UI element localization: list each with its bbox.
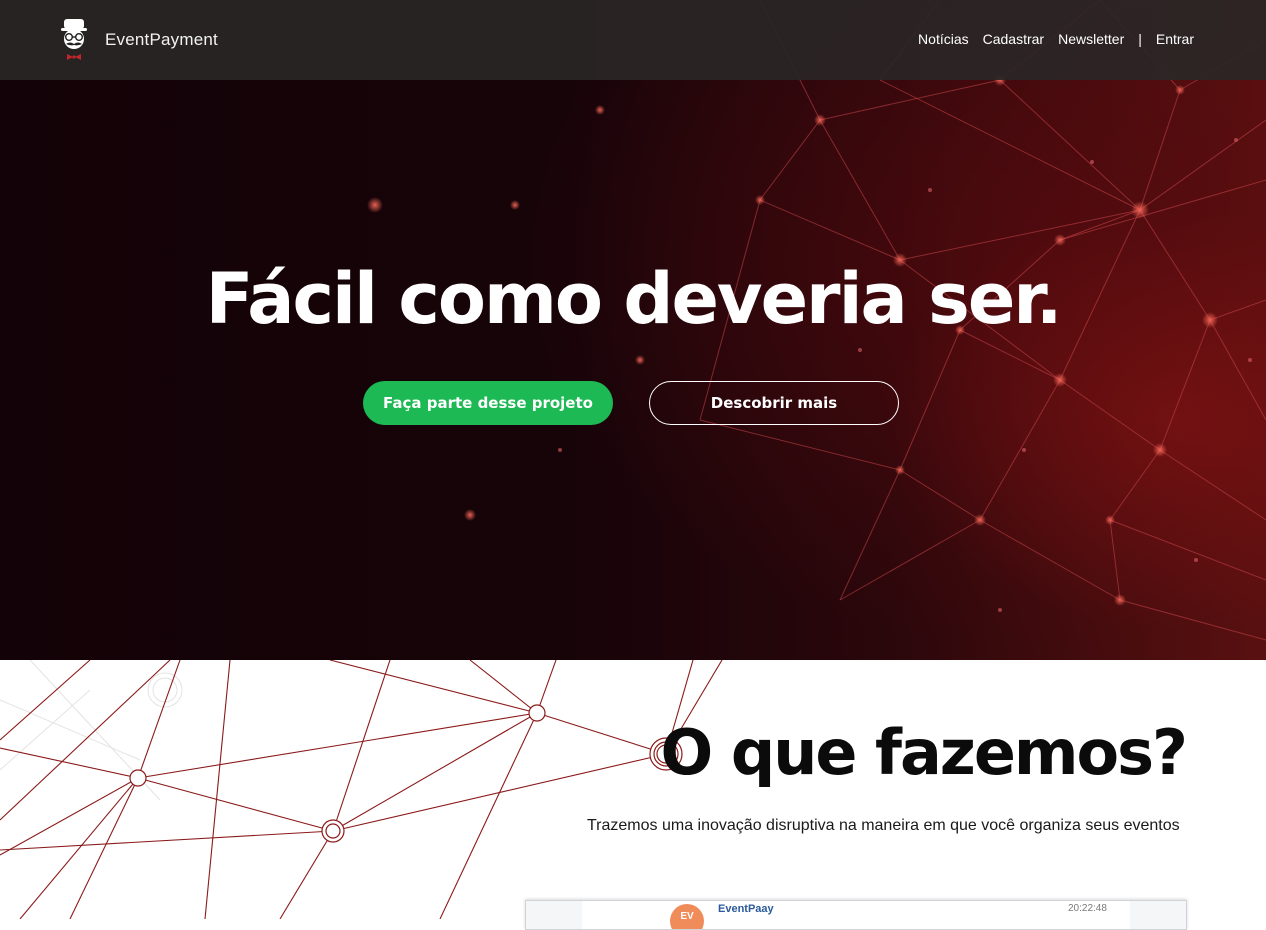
discover-more-button[interactable]: Descobrir mais [649,381,899,425]
top-navbar: EventPayment Notícias Cadastrar Newslett… [0,0,1266,80]
section-title: O que fazemos? [660,716,1188,789]
network-decoration-graphic [0,660,723,919]
avatar: EV [670,904,704,929]
app-preview-card: EV EventPaay 20:22:48 [525,900,1187,930]
hero-section: Fácil como deveria ser. Faça parte desse… [0,0,1266,660]
nav-link-noticias[interactable]: Notícias [918,31,969,47]
chat-sender-name: EventPaay [718,903,774,915]
main-nav: Notícias Cadastrar Newsletter | Entrar [904,31,1194,47]
chat-preview-panel: EV EventPaay 20:22:48 [582,901,1130,929]
hipster-logo-icon [61,19,87,60]
nav-link-cadastrar[interactable]: Cadastrar [983,31,1044,47]
section-description: Trazemos uma inovação disruptiva na mane… [587,817,1180,834]
nav-link-entrar[interactable]: Entrar [1156,31,1194,47]
brand-name: EventPayment [105,30,218,49]
hero-headline: Fácil como deveria ser. [205,258,1063,340]
chat-timestamp: 20:22:48 [1068,903,1107,914]
join-project-button[interactable]: Faça parte desse projeto [363,381,613,425]
what-we-do-section: O que fazemos? Trazemos uma inovação dis… [0,660,1266,919]
nav-link-newsletter[interactable]: Newsletter [1058,31,1124,47]
brand-home-link[interactable]: EventPayment [58,16,218,64]
nav-separator: | [1138,31,1142,47]
